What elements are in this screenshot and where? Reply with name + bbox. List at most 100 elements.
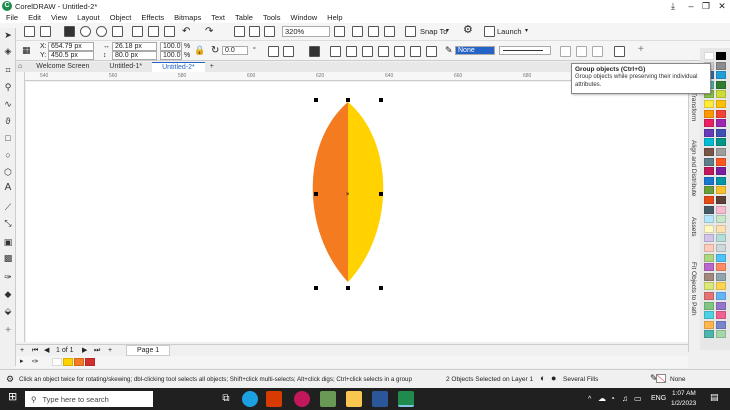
coreldraw-suite-icon[interactable] — [320, 391, 336, 407]
freehand-tool-icon[interactable]: ∿ — [3, 99, 13, 109]
word-icon[interactable] — [372, 391, 388, 407]
palette-swatch[interactable] — [716, 52, 726, 60]
artistic-media-tool-icon[interactable]: ϑ — [3, 116, 13, 126]
network-icon[interactable]: ☁ — [598, 394, 606, 403]
palette-swatch[interactable] — [704, 128, 714, 137]
edge-icon[interactable] — [242, 391, 258, 407]
file-explorer-icon[interactable] — [346, 391, 362, 407]
export-pdf-icon[interactable] — [264, 26, 275, 37]
selection-handle-bottom-left[interactable] — [314, 286, 318, 290]
object-origin-icon[interactable]: ▦ — [22, 43, 36, 57]
selection-handle-bottom-right[interactable] — [379, 286, 383, 290]
tab-untitled-2[interactable]: Untitled-2* — [152, 62, 205, 72]
last-page-icon[interactable]: ⏭ — [94, 346, 100, 355]
add-page-after-icon[interactable]: + — [108, 346, 112, 355]
status-outline[interactable]: None — [670, 375, 686, 384]
x-position-field[interactable]: 654.79 px — [48, 42, 94, 51]
palette-swatch[interactable] — [704, 311, 714, 320]
y-position-field[interactable]: 450.5 px — [48, 51, 94, 60]
rotation-field[interactable]: 0.0 — [222, 46, 248, 55]
palette-swatch[interactable] — [716, 244, 726, 252]
group-objects-icon[interactable] — [309, 46, 320, 57]
scale-height-field[interactable]: 100.0 — [160, 51, 182, 60]
outline-width-field[interactable]: None — [455, 46, 495, 55]
screen-recorder-icon[interactable] — [294, 391, 310, 407]
palette-swatch[interactable] — [716, 330, 726, 339]
palette-swatch[interactable] — [704, 224, 714, 233]
launch-icon[interactable] — [484, 26, 495, 37]
palette-swatch[interactable] — [716, 186, 726, 195]
language-indicator[interactable]: ENG — [651, 394, 666, 403]
selection-handle-top-left[interactable] — [314, 98, 318, 102]
cut-icon[interactable] — [132, 26, 143, 37]
trim-icon[interactable] — [362, 46, 373, 57]
palette-swatch[interactable] — [704, 157, 714, 166]
palette-swatch[interactable] — [716, 205, 726, 214]
snap-to-dropdown[interactable]: Snap To — [420, 26, 447, 37]
palette-swatch[interactable] — [716, 215, 726, 224]
wrap-text-icon[interactable] — [614, 46, 625, 57]
line-style-dropdown[interactable] — [499, 46, 551, 55]
simplify-icon[interactable] — [394, 46, 405, 57]
palette-swatch[interactable] — [704, 109, 714, 118]
palette-swatch[interactable] — [704, 282, 714, 291]
palette-swatch[interactable] — [716, 167, 726, 176]
print-icon[interactable] — [112, 26, 123, 37]
palette-swatch[interactable] — [704, 272, 714, 281]
menu-object[interactable]: Object — [110, 13, 132, 22]
menu-table[interactable]: Table — [235, 13, 253, 22]
options-gear-icon[interactable]: ⚙ — [463, 25, 473, 36]
back-minus-front-icon[interactable] — [426, 46, 437, 57]
palette-swatch[interactable] — [716, 119, 726, 128]
full-screen-preview-icon[interactable] — [334, 26, 345, 37]
palette-swatch[interactable] — [704, 100, 714, 108]
task-view-icon[interactable]: ⧉ — [218, 391, 234, 407]
menu-tools[interactable]: Tools — [263, 13, 281, 22]
snap-to-chevron-icon[interactable]: ▾ — [446, 26, 449, 37]
close-button[interactable]: ✕ — [714, 0, 730, 12]
launch-chevron-icon[interactable]: ▾ — [525, 26, 528, 37]
document-palette-swatch[interactable] — [74, 358, 84, 366]
palette-swatch[interactable] — [704, 196, 714, 204]
palette-swatch[interactable] — [716, 80, 726, 89]
tray-chevron-icon[interactable]: ^ — [588, 395, 591, 404]
zoom-level-field[interactable]: 320% — [282, 26, 330, 37]
mirror-vertical-icon[interactable] — [283, 46, 294, 57]
show-guidelines-icon[interactable] — [384, 26, 395, 37]
drawing-area[interactable]: × — [26, 82, 688, 342]
tab-welcome-screen[interactable]: Welcome Screen — [26, 62, 99, 72]
mirror-horizontal-icon[interactable] — [268, 46, 279, 57]
transparency-tool-icon[interactable]: ▩ — [3, 253, 13, 263]
leaf-left-half[interactable] — [312, 102, 348, 282]
selection-handle-top[interactable] — [346, 98, 350, 102]
cloud-upload-icon[interactable] — [80, 26, 91, 37]
menu-effects[interactable]: Effects — [141, 13, 164, 22]
palette-swatch[interactable] — [716, 100, 726, 108]
palette-swatch[interactable] — [704, 138, 714, 147]
battery-icon[interactable]: ▭ — [634, 394, 642, 403]
document-palette-swatch[interactable] — [85, 358, 95, 366]
palette-swatch[interactable] — [716, 253, 726, 262]
coreldraw-taskbar-icon[interactable] — [398, 391, 414, 407]
palette-swatch[interactable] — [716, 90, 726, 99]
palette-swatch[interactable] — [716, 128, 726, 137]
menu-bitmaps[interactable]: Bitmaps — [174, 13, 201, 22]
crop-tool-icon[interactable]: ⌗ — [3, 65, 13, 75]
pick-tool-icon[interactable]: ➤ — [3, 30, 13, 40]
paste-icon[interactable] — [164, 26, 175, 37]
palette-swatch[interactable] — [716, 282, 726, 291]
palette-swatch[interactable] — [704, 330, 714, 339]
palette-swatch[interactable] — [716, 272, 726, 281]
document-palette-swatch[interactable] — [63, 358, 73, 366]
palette-swatch[interactable] — [716, 311, 726, 320]
start-arrowhead-icon[interactable] — [560, 46, 571, 57]
palette-swatch[interactable] — [716, 148, 726, 156]
palette-swatch[interactable] — [716, 61, 726, 70]
tab-untitled-1[interactable]: Untitled-1* — [99, 62, 152, 72]
windows-start-icon[interactable]: ⊞ — [8, 392, 17, 403]
front-minus-back-icon[interactable] — [410, 46, 421, 57]
docker-tab-fit-objects-to-path[interactable]: Fit Objects to Path — [690, 262, 697, 315]
palette-swatch[interactable] — [704, 215, 714, 224]
redo-icon[interactable]: ↷ — [205, 26, 213, 37]
page-1-tab[interactable]: Page 1 — [126, 345, 171, 356]
